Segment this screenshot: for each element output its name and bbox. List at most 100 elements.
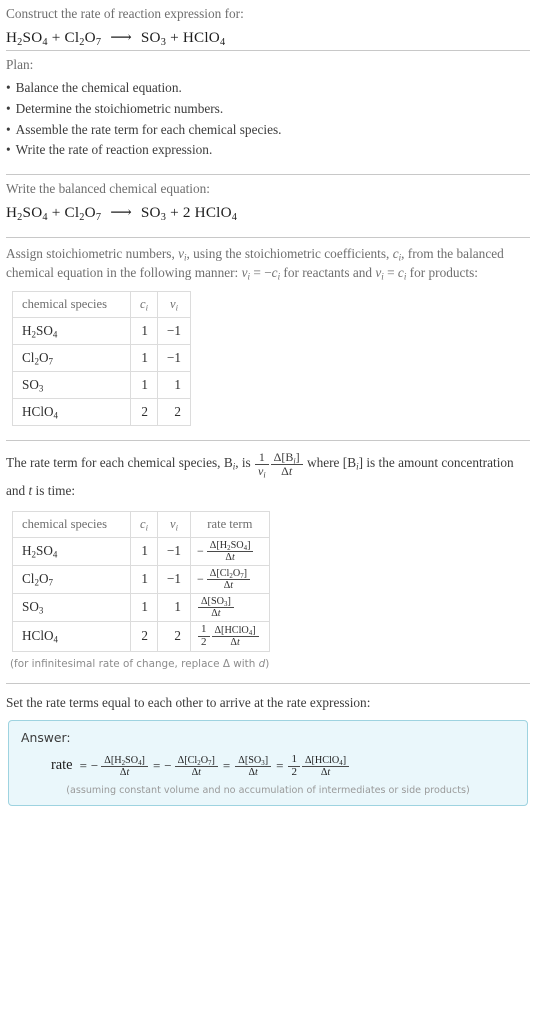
answer-box: Answer: rate = − Δ[H2SO4] Δt = − Δ[Cl2O7] Δt = Δ[S… — [8, 719, 528, 807]
fraction-numerator: Δ[H2SO4] — [104, 754, 145, 767]
reactant-1: H2SO4 — [6, 28, 48, 48]
stoichiometric-numbers-table: chemical species ci νi H2SO4 1 −1 Cl2O7 … — [12, 290, 192, 426]
assign-text-5: for products: — [406, 265, 478, 281]
cell-nu: −1 — [156, 536, 192, 566]
cell-species: HClO4 — [12, 620, 131, 652]
fraction-numerator: Δ[SO3] — [201, 595, 231, 608]
plus-sign-1: + — [51, 28, 61, 46]
cell-c: 2 — [130, 397, 158, 426]
plus-sign-1: + — [51, 203, 61, 221]
table-row: H2SO4 1 −1 — [12, 316, 192, 345]
plan-step: Balance the chemical equation. — [6, 78, 530, 99]
balanced-equation: H2SO4 + Cl2O7 ⟶ SO3 + 2 HClO4 — [6, 199, 530, 225]
product-1: SO3 — [140, 203, 167, 223]
table-body: H2SO4 1 −1 Cl2O7 1 −1 SO3 1 1 HClO4 2 2 — [12, 316, 192, 426]
column-header-species: chemical species — [12, 510, 131, 538]
product-2-coefficient: 2 — [182, 203, 191, 221]
reactant-rule: νi = −ci — [241, 265, 281, 282]
assign-section: Assign stoichiometric numbers, νi, using… — [6, 238, 530, 426]
balanced-equation-section: Write the balanced chemical equation: H2… — [6, 175, 530, 225]
cell-species: H2SO4 — [12, 536, 131, 566]
table-row: SO3 1 1 — [12, 370, 192, 399]
product-2: HClO4 — [182, 28, 226, 48]
delta-B-over-delta-t-fraction: Δ[Bi] Δt — [270, 450, 304, 477]
final-answer-section: Set the rate terms equal to each other t… — [6, 684, 530, 807]
problem-page: Construct the rate of reaction expressio… — [0, 0, 536, 807]
cell-nu: −1 — [156, 343, 192, 372]
reactant-2: Cl2O7 — [64, 28, 102, 48]
fraction-denominator: Δt — [235, 765, 272, 778]
fraction-denominator: Δt — [301, 765, 350, 778]
fraction-denominator: Δt — [101, 765, 148, 778]
cell-nu: −1 — [156, 316, 192, 345]
fraction-numerator: Δ[H2SO4] — [209, 539, 251, 552]
fraction-denominator: Δt — [206, 578, 251, 591]
nu-symbol: νi — [178, 246, 187, 263]
reactant-2: Cl2O7 — [64, 203, 102, 223]
plan-section: Plan: Balance the chemical equation. Det… — [6, 51, 530, 161]
rate-term-text-2: , is — [235, 454, 255, 470]
fraction-denominator: Δt — [206, 550, 254, 563]
term-fraction-so3: Δ[SO3] Δt — [234, 755, 272, 778]
column-header-nu: νi — [156, 510, 192, 538]
cell-species: Cl2O7 — [12, 564, 131, 594]
table-header-row: chemical species ci νi rate term — [12, 510, 270, 538]
cell-nu: 2 — [156, 620, 192, 652]
term-fraction-h2so4: Δ[H2SO4] Δt — [100, 755, 149, 778]
table-row: H2SO4 1 −1 − Δ[H2SO4] Δt — [12, 536, 270, 566]
cell-nu: −1 — [156, 564, 192, 594]
product-2: HClO4 — [194, 203, 238, 223]
minus-sign: − — [197, 571, 204, 586]
cell-species: H2SO4 — [12, 316, 131, 345]
question-prompt: Construct the rate of reaction expressio… — [6, 6, 244, 21]
equals-sign: = — [79, 757, 87, 773]
table-head: chemical species ci νi rate term — [12, 510, 270, 538]
fraction-denominator: Δt — [211, 635, 259, 648]
term-fraction-cl2o7: Δ[Cl2O7] Δt — [174, 755, 219, 778]
fraction-denominator: 2 — [288, 765, 300, 779]
rate-term-expression: − Δ[Cl2O7] Δt — [197, 568, 251, 591]
rate-fraction: Δ[SO3] Δt — [198, 596, 234, 619]
plan-step: Assemble the rate term for each chemical… — [6, 120, 530, 141]
fraction-numerator: 1 — [291, 752, 297, 765]
cell-species: Cl2O7 — [12, 343, 131, 372]
column-header-nu: νi — [156, 290, 192, 318]
rate-fraction: Δ[Cl2O7] Δt — [206, 567, 251, 591]
B-symbol: Bi — [223, 454, 236, 472]
fraction-numerator: 1 — [258, 449, 265, 464]
table-head: chemical species ci νi — [12, 290, 192, 318]
plan-title: Plan: — [6, 57, 34, 73]
rate-fraction: Δ[H2SO4] Δt — [206, 539, 254, 563]
rate-term-expression: − Δ[H2SO4] Δt — [197, 540, 254, 563]
equals-sign: = — [152, 757, 161, 773]
cell-rate-term: Δ[SO3] Δt — [190, 592, 270, 622]
cell-species: SO3 — [12, 592, 131, 622]
fraction-numerator: Δ[Bi] — [273, 449, 300, 466]
column-header-c: ci — [130, 510, 158, 538]
fraction-numerator: Δ[Cl2O7] — [209, 567, 248, 580]
column-header-rate-term: rate term — [190, 510, 270, 538]
plan-step: Determine the stoichiometric numbers. — [6, 99, 530, 120]
fraction-numerator: Δ[Cl2O7] — [177, 754, 215, 767]
answer-label: Answer: — [21, 729, 71, 745]
table-body: H2SO4 1 −1 − Δ[H2SO4] Δt Cl2O7 1 −1 − Δ[Cl2… — [12, 536, 270, 652]
cell-c: 1 — [130, 592, 158, 622]
equals-sign: = — [276, 757, 284, 773]
question-equation: H2SO4 + Cl2O7 ⟶ SO3 + HClO4 — [6, 24, 530, 50]
column-header-species: chemical species — [12, 290, 131, 318]
fraction-denominator: Δt — [198, 606, 234, 619]
rate-term-description: The rate term for each chemical species,… — [6, 441, 530, 503]
cell-rate-term: 1 2 Δ[HClO4] Δt — [190, 620, 270, 652]
rate-word: rate — [51, 757, 73, 774]
term-fraction-hclo4: Δ[HClO4] Δt — [301, 755, 350, 778]
rate-fraction: Δ[HClO4] Δt — [211, 625, 259, 648]
balanced-equation-title: Write the balanced chemical equation: — [6, 181, 210, 196]
cell-rate-term: − Δ[H2SO4] Δt — [190, 536, 270, 566]
minus-sign: − — [197, 543, 204, 558]
rate-term-footnote: (for infinitesimal rate of change, repla… — [10, 657, 270, 670]
final-intro: Set the rate terms equal to each other t… — [6, 694, 371, 710]
rate-term-expression: 1 2 Δ[HClO4] Δt — [197, 623, 260, 648]
assign-text-2: , using the stoichiometric coefficients, — [186, 246, 393, 262]
cell-nu: 1 — [156, 370, 192, 399]
rate-term-text-1: The rate term for each chemical species, — [6, 454, 224, 470]
